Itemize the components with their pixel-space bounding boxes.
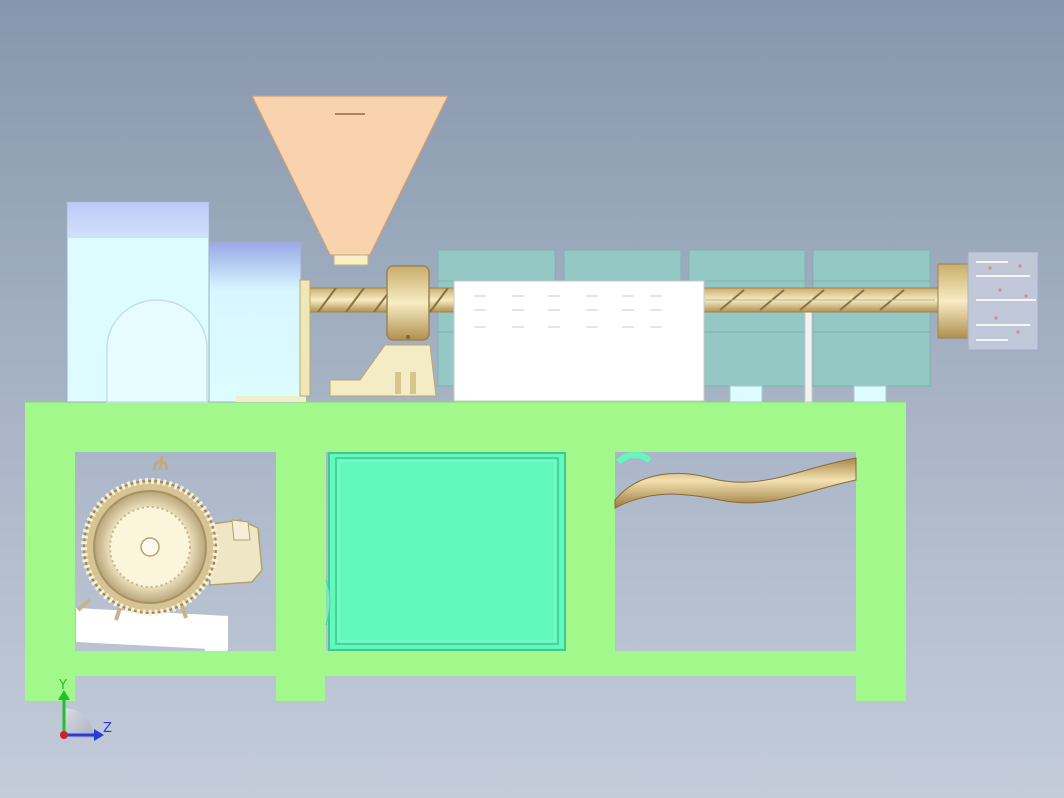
- die-head[interactable]: [937, 251, 1039, 351]
- extruder-model[interactable]: [0, 0, 1064, 798]
- feed-throat-support[interactable]: [299, 265, 437, 397]
- gearbox[interactable]: [66, 201, 306, 403]
- coordinate-triad: [58, 690, 104, 741]
- control-cabinet[interactable]: [325, 452, 566, 651]
- cad-viewport[interactable]: Y Z: [0, 0, 1064, 798]
- feed-hopper[interactable]: [251, 95, 449, 266]
- barrel-guard-cover[interactable]: [453, 280, 705, 402]
- y-axis-label: Y: [59, 678, 67, 693]
- cooling-hose[interactable]: [614, 452, 857, 509]
- x-axis-dot: [60, 731, 68, 739]
- electric-motor[interactable]: [76, 455, 263, 651]
- z-axis-label: Z: [103, 721, 112, 736]
